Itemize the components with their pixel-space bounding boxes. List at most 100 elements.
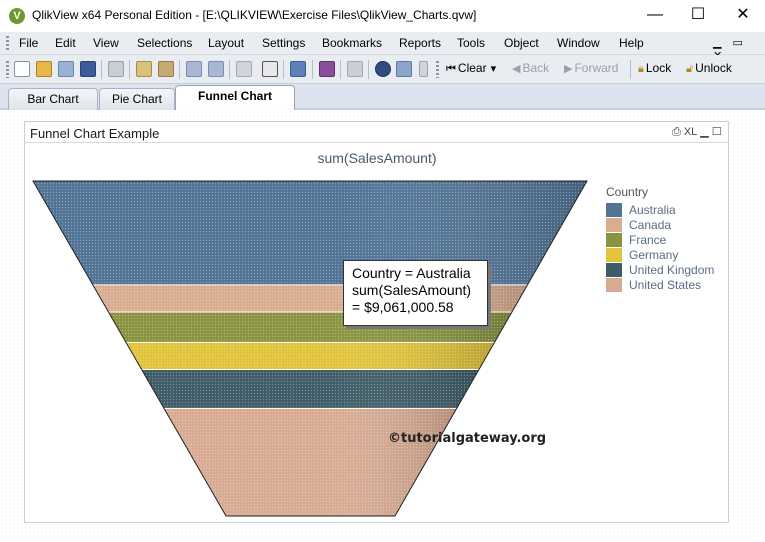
select-fields-icon[interactable] (262, 61, 278, 77)
menu-view[interactable]: View (93, 36, 119, 50)
tooltip-line: = $9,061,000.58 (352, 299, 454, 315)
legend-item[interactable]: Australia (606, 202, 726, 217)
print-icon[interactable] (108, 61, 124, 77)
chart-legend: Country Australia Canada France Germany … (606, 185, 726, 292)
design-grid-icon[interactable] (347, 61, 363, 77)
menu-grip-icon[interactable] (6, 36, 9, 52)
tab-pie-chart[interactable]: Pie Chart (99, 88, 175, 110)
forward-icon: ▶ (564, 63, 573, 75)
legend-swatch (606, 202, 622, 217)
tab-bar-chart[interactable]: Bar Chart (8, 88, 98, 110)
toolbar-separator (368, 60, 369, 79)
help-icon[interactable] (375, 61, 391, 77)
unlock-button[interactable]: 🔓︎ Unlock (686, 61, 732, 76)
clear-label: Clear (457, 61, 487, 75)
unlock-label: Unlock (695, 61, 732, 75)
maximize-button[interactable]: ☐ (678, 4, 718, 26)
legend-label: United States (629, 277, 702, 292)
legend-label: Canada (629, 217, 672, 232)
window-title: QlikView x64 Personal Edition - [E:\QLIK… (32, 8, 477, 22)
menu-selections[interactable]: Selections (137, 36, 192, 50)
new-document-icon[interactable] (14, 61, 30, 77)
reload-data-icon[interactable] (158, 61, 174, 77)
legend-swatch (606, 262, 622, 277)
legend-item[interactable]: United Kingdom (606, 262, 726, 277)
funnel-chart-object[interactable]: Funnel Chart Example ⎙ XL ▁ ☐ sum(SalesAmou… (24, 121, 729, 523)
legend-item[interactable]: Germany (606, 247, 726, 262)
lock-label: Lock (645, 61, 672, 75)
new-chart-icon[interactable] (290, 61, 306, 77)
legend-item[interactable]: Canada (606, 217, 726, 232)
toolbar-overflow-icon[interactable] (419, 61, 428, 77)
clear-icon: ⏮ (446, 63, 456, 75)
menu-bookmarks[interactable]: Bookmarks (322, 36, 382, 50)
legend-label: Germany (629, 247, 679, 262)
toolbar: ⏮ Clear ▾ ◀ Back ▶ Forward 🔒︎ Lock 🔓︎ Unlock (0, 55, 765, 84)
menu-file[interactable]: File (19, 36, 38, 50)
title-bar: V QlikView x64 Personal Edition - [E:\QL… (0, 0, 765, 32)
qlikview-logo-icon: V (9, 8, 25, 24)
legend-item[interactable]: United States (606, 277, 726, 292)
legend-item[interactable]: France (606, 232, 726, 247)
chart-title: sum(SalesAmount) (317, 150, 436, 166)
sheet-tab-strip: Bar Chart Pie Chart Funnel Chart (0, 84, 765, 111)
menu-layout[interactable]: Layout (208, 36, 244, 50)
redo-icon[interactable] (208, 61, 224, 77)
legend-label: United Kingdom (629, 262, 715, 277)
toolbar-separator (101, 60, 102, 79)
back-icon: ◀ (512, 63, 521, 75)
lock-button[interactable]: 🔒︎ Lock (638, 61, 671, 76)
minimize-button[interactable]: — (635, 4, 675, 26)
legend-swatch (606, 247, 622, 262)
save-icon[interactable] (80, 61, 96, 77)
chart-tooltip: Country = Australia sum(SalesAmount) = $… (343, 260, 488, 326)
bookmark-star-icon[interactable] (319, 61, 335, 77)
funnel-segments (32, 180, 588, 517)
tab-funnel-chart[interactable]: Funnel Chart (175, 85, 295, 111)
tooltip-line: Country = Australia (352, 265, 471, 281)
search-icon[interactable] (236, 61, 252, 77)
funnel-segment-texture (141, 369, 479, 409)
undo-icon[interactable] (186, 61, 202, 77)
unlock-icon: 🔓︎ (686, 63, 694, 75)
legend-label: France (629, 232, 667, 247)
menu-bar: File Edit View Selections Layout Setting… (0, 32, 765, 62)
back-button[interactable]: ◀ Back (512, 61, 549, 75)
lock-icon: 🔒︎ (638, 63, 644, 75)
toolbar-separator (129, 60, 130, 79)
funnel-segment-texture (163, 408, 457, 516)
funnel-segment-texture (125, 342, 495, 370)
back-label: Back (522, 61, 550, 75)
menu-help[interactable]: Help (619, 36, 644, 50)
toolbar-grip-icon[interactable] (6, 61, 9, 78)
clear-button[interactable]: ⏮ Clear ▾ (446, 61, 498, 76)
funnel-segment-texture (33, 181, 587, 285)
legend-swatch (606, 217, 622, 232)
toolbar-grip-icon[interactable] (436, 61, 439, 78)
menu-settings[interactable]: Settings (262, 36, 305, 50)
reload-icon[interactable] (58, 61, 74, 77)
toolbar-separator (283, 60, 284, 79)
toolbar-separator (340, 60, 341, 79)
menu-edit[interactable]: Edit (55, 36, 76, 50)
chevron-down-icon[interactable]: ▾ (491, 62, 497, 75)
tooltip-line: sum(SalesAmount) (352, 282, 472, 298)
menu-reports[interactable]: Reports (399, 36, 441, 50)
menu-window[interactable]: Window (557, 36, 600, 50)
forward-button[interactable]: ▶ Forward (564, 61, 618, 75)
legend-swatch (606, 277, 622, 292)
watermark-text: ©tutorialgateway.org (388, 431, 547, 446)
toolbar-separator (630, 60, 631, 79)
menu-tools[interactable]: Tools (457, 36, 485, 50)
context-help-icon[interactable] (396, 61, 412, 77)
close-button[interactable]: ✕ (723, 4, 763, 26)
toolbar-separator (312, 60, 313, 79)
open-folder-icon[interactable] (36, 61, 52, 77)
legend-title: Country (606, 185, 649, 199)
legend-label: Australia (629, 202, 676, 217)
legend-swatch (606, 232, 622, 247)
menu-object[interactable]: Object (504, 36, 539, 50)
toolbar-separator (229, 60, 230, 79)
forward-label: Forward (574, 61, 619, 75)
edit-script-icon[interactable] (136, 61, 152, 77)
